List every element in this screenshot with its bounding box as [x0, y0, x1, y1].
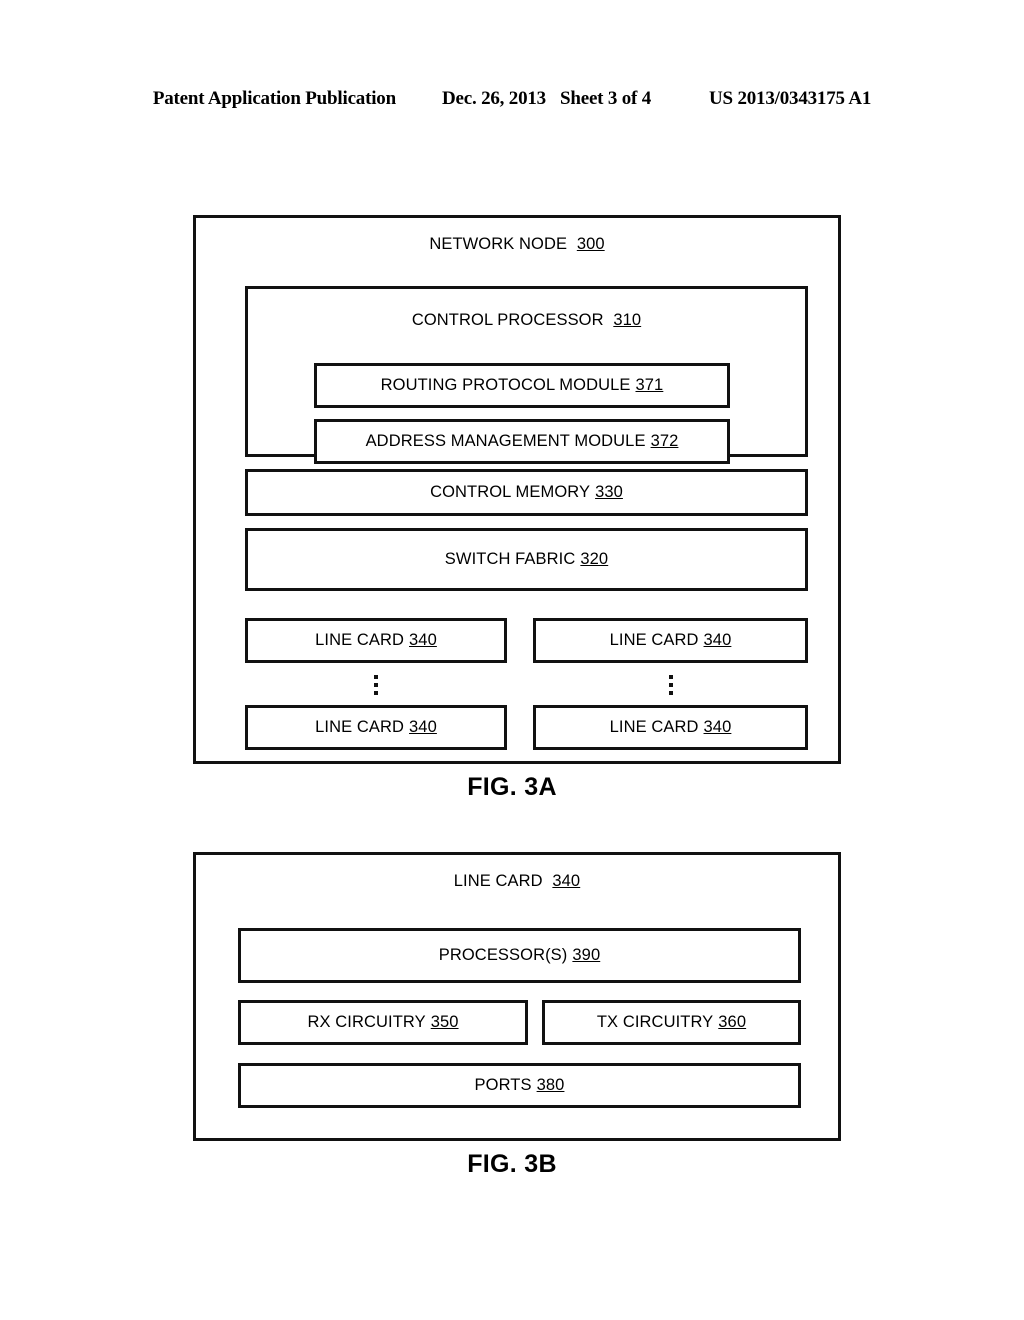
line-card-text: LINE CARD — [609, 718, 699, 736]
header-patent-number: US 2013/0343175 A1 — [709, 88, 872, 109]
control-memory-ref: 330 — [595, 483, 623, 501]
line-card-text: LINE CARD — [315, 631, 405, 649]
address-management-module-ref: 372 — [650, 432, 679, 450]
tx-circuitry-block: TX CIRCUITRY 360 — [542, 1000, 801, 1045]
line-card-text: LINE CARD — [315, 718, 405, 736]
tx-circuitry-text: TX CIRCUITRY — [596, 1013, 714, 1031]
routing-protocol-module-text: ROUTING PROTOCOL MODULE — [380, 376, 631, 394]
network-node-title: NETWORK NODE 300 — [196, 235, 838, 254]
line-card-ref: 340 — [409, 718, 437, 736]
sheet-header: Patent Application Publication Dec. 26, … — [0, 88, 1024, 110]
figure-3a-caption: FIG. 3A — [467, 773, 557, 801]
network-node-title-ref: 300 — [576, 235, 605, 253]
line-card-block-bottom-right: LINE CARD 340 — [533, 705, 808, 750]
control-processor-block: CONTROL PROCESSOR 310 ROUTING PROTOCOL M… — [245, 286, 808, 464]
control-memory-text: CONTROL MEMORY — [430, 483, 591, 501]
figure-3b-caption: FIG. 3B — [467, 1150, 557, 1178]
line-card-ref: 340 — [703, 718, 732, 736]
network-node-title-text: NETWORK NODE — [429, 235, 568, 253]
rx-circuitry-block: RX CIRCUITRY 350 — [238, 1000, 528, 1045]
processors-block: PROCESSOR(S) 390 — [238, 928, 801, 983]
header-sheet-number: Sheet 3 of 4 — [559, 88, 651, 109]
header-date: Dec. 26, 2013 — [441, 88, 546, 109]
control-processor-title: CONTROL PROCESSOR 310 — [248, 311, 805, 330]
ports-text: PORTS — [474, 1076, 532, 1094]
processors-text: PROCESSOR(S) — [438, 946, 568, 964]
line-card-title-ref: 340 — [552, 872, 581, 890]
figure-3b-frame: LINE CARD 340 PROCESSOR(S) 390 RX CIRCUI… — [193, 852, 841, 1141]
routing-protocol-module-block: ROUTING PROTOCOL MODULE 371 — [314, 363, 730, 408]
switch-fabric-ref: 320 — [580, 550, 609, 568]
ports-block: PORTS 380 — [238, 1063, 801, 1108]
line-card-block-top-right: LINE CARD 340 — [533, 618, 808, 663]
figure-3a-frame: NETWORK NODE 300 CONTROL PROCESSOR 310 R… — [193, 215, 841, 764]
header-publication: Patent Application Publication — [152, 88, 396, 109]
vertical-ellipsis-icon-left — [366, 668, 386, 702]
control-processor-text: CONTROL PROCESSOR — [411, 311, 604, 329]
line-card-text: LINE CARD — [609, 631, 699, 649]
rx-circuitry-ref: 350 — [430, 1013, 459, 1031]
processors-ref: 390 — [572, 946, 601, 964]
control-processor-ref: 310 — [613, 311, 642, 329]
rx-circuitry-text: RX CIRCUITRY — [307, 1013, 426, 1031]
address-management-module-text: ADDRESS MANAGEMENT MODULE — [365, 432, 646, 450]
line-card-ref: 340 — [409, 631, 437, 649]
line-card-block-bottom-left: LINE CARD 340 — [245, 705, 507, 750]
tx-circuitry-ref: 360 — [718, 1013, 747, 1031]
address-management-module-block: ADDRESS MANAGEMENT MODULE 372 — [314, 419, 730, 464]
line-card-title-text: LINE CARD — [453, 872, 543, 890]
line-card-title: LINE CARD 340 — [196, 872, 838, 891]
vertical-ellipsis-icon-right — [661, 668, 681, 702]
routing-protocol-module-ref: 371 — [635, 376, 664, 394]
line-card-ref: 340 — [703, 631, 732, 649]
switch-fabric-text: SWITCH FABRIC — [444, 550, 576, 568]
switch-fabric-block: SWITCH FABRIC 320 — [245, 528, 808, 591]
control-memory-block: CONTROL MEMORY 330 — [245, 469, 808, 516]
ports-ref: 380 — [536, 1076, 565, 1094]
line-card-block-top-left: LINE CARD 340 — [245, 618, 507, 663]
